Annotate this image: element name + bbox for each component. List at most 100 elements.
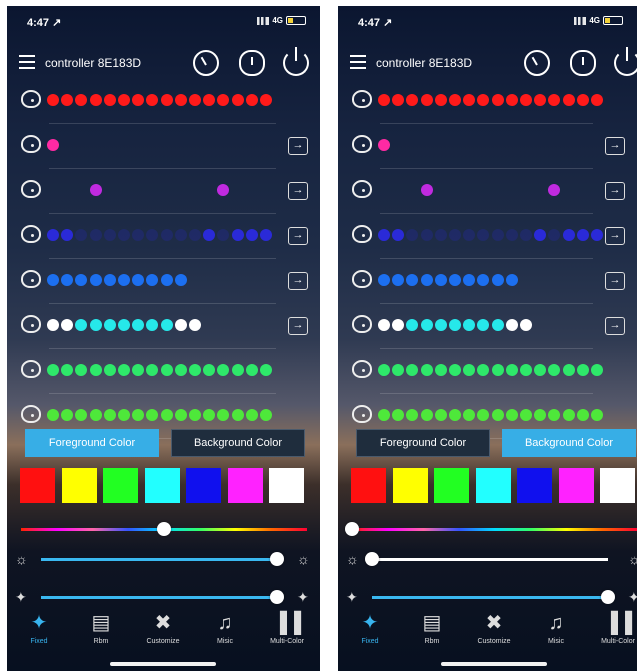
alarm-clock-icon[interactable] — [239, 50, 265, 76]
color-swatch[interactable] — [103, 468, 138, 503]
enter-arrow-icon[interactable]: → — [288, 227, 308, 245]
hue-slider-knob[interactable] — [345, 522, 359, 536]
power-icon[interactable] — [614, 47, 637, 76]
mode-row[interactable]: → — [338, 125, 637, 169]
mode-row[interactable]: → — [7, 215, 320, 259]
led-dot — [449, 409, 461, 421]
led-dot — [477, 229, 490, 241]
mode-row[interactable]: → — [7, 170, 320, 214]
speed-fast-icon: ✦ — [628, 589, 637, 605]
background-color-button[interactable]: Background Color — [502, 429, 636, 457]
alarm-clock-icon[interactable] — [570, 50, 596, 76]
menu-icon[interactable] — [19, 55, 35, 69]
color-swatch[interactable] — [269, 468, 304, 503]
mode-row[interactable]: → — [7, 260, 320, 304]
mode-row[interactable]: → — [338, 170, 637, 214]
mode-row[interactable]: → — [338, 305, 637, 349]
tab-fixed[interactable]: ✦ Fixed — [340, 611, 400, 645]
enter-arrow-icon[interactable]: → — [288, 182, 308, 200]
mode-row[interactable] — [7, 80, 320, 124]
hue-slider[interactable] — [345, 522, 637, 536]
led-dot — [61, 274, 74, 286]
led-dot — [505, 409, 518, 421]
color-swatch[interactable] — [61, 468, 97, 503]
enter-arrow-icon[interactable]: → — [605, 137, 625, 155]
hue-slider[interactable] — [21, 522, 307, 536]
bottom-tab-bar: ✦ Fixed ▤ Rbm ✖ Customize ♫ Misic ▐▐ Multi-Color — [338, 611, 637, 657]
led-dot — [174, 274, 187, 286]
speed-slider-knob[interactable] — [601, 590, 615, 604]
enter-arrow-icon[interactable]: → — [288, 272, 308, 290]
color-swatch[interactable] — [144, 468, 180, 503]
color-swatch[interactable] — [392, 468, 428, 503]
enter-arrow-icon[interactable]: → — [288, 317, 308, 335]
color-swatch[interactable] — [558, 468, 594, 503]
enter-arrow-icon[interactable]: → — [288, 137, 308, 155]
enter-arrow-icon[interactable]: → — [605, 317, 625, 335]
tab-misic[interactable]: ♫ Misic — [526, 611, 586, 645]
status-bar: 4:47 ↗ 4G — [338, 14, 637, 32]
enter-arrow-icon[interactable]: → — [605, 272, 625, 290]
tab-rbm[interactable]: ▤ Rbm — [71, 611, 131, 645]
mode-row[interactable] — [338, 350, 637, 394]
color-swatch[interactable] — [475, 468, 511, 503]
led-dot — [449, 274, 461, 286]
speed-slider-knob[interactable] — [270, 590, 284, 604]
enter-arrow-icon[interactable]: → — [605, 182, 625, 200]
tab-multi-color[interactable]: ▐▐ Multi-Color — [257, 611, 317, 645]
led-dot — [174, 319, 187, 331]
brightness-slider[interactable] — [41, 552, 284, 566]
timer-icon[interactable] — [524, 50, 550, 76]
led-dot — [231, 364, 244, 376]
led-dot — [434, 94, 447, 106]
brightness-slider[interactable] — [365, 552, 608, 566]
brightness-low-icon: ☼ — [15, 551, 28, 567]
tab-customize[interactable]: ✖ Customize — [133, 611, 193, 645]
menu-icon[interactable] — [350, 55, 366, 69]
row-divider — [49, 213, 276, 214]
tab-multi-color[interactable]: ▐▐ Multi-Color — [588, 611, 637, 645]
color-swatch[interactable] — [434, 468, 469, 503]
foreground-color-button[interactable]: Foreground Color — [25, 429, 159, 457]
tools-icon: ✖ — [485, 612, 503, 634]
led-dot — [75, 319, 88, 331]
power-icon[interactable] — [283, 47, 309, 76]
foreground-color-button[interactable]: Foreground Color — [356, 429, 490, 457]
mode-row[interactable]: → — [338, 215, 637, 259]
tab-customize[interactable]: ✖ Customize — [464, 611, 524, 645]
mode-row[interactable] — [7, 350, 320, 394]
led-dot — [217, 94, 230, 106]
mode-row[interactable]: → — [7, 305, 320, 349]
speed-slider[interactable] — [41, 590, 284, 604]
brightness-slider-knob[interactable] — [365, 552, 379, 566]
enter-arrow-icon[interactable]: → — [605, 227, 625, 245]
mode-row[interactable]: → — [7, 125, 320, 169]
led-dot — [520, 364, 532, 376]
led-dot — [505, 229, 518, 241]
mode-row[interactable]: → — [338, 260, 637, 304]
color-swatch[interactable] — [20, 468, 55, 503]
led-dot — [520, 229, 532, 241]
speed-slider[interactable] — [372, 590, 615, 604]
fixed-icon: ✦ — [361, 612, 379, 634]
color-swatch[interactable] — [186, 468, 221, 503]
timer-icon[interactable] — [193, 50, 219, 76]
led-dot — [203, 94, 216, 106]
hue-slider-knob[interactable] — [157, 522, 171, 536]
background-color-button[interactable]: Background Color — [171, 429, 305, 457]
color-swatch[interactable] — [517, 468, 552, 503]
tab-rbm[interactable]: ▤ Rbm — [402, 611, 462, 645]
tab-misic[interactable]: ♫ Misic — [195, 611, 255, 645]
led-dot — [245, 364, 258, 376]
brightness-slider-knob[interactable] — [270, 552, 284, 566]
tab-fixed[interactable]: ✦ Fixed — [9, 611, 69, 645]
color-swatch[interactable] — [600, 468, 635, 503]
mode-row[interactable] — [338, 80, 637, 124]
led-dot — [378, 274, 390, 286]
led-dot — [520, 94, 532, 106]
led-dot — [160, 94, 173, 106]
color-swatch[interactable] — [351, 468, 386, 503]
color-swatch[interactable] — [227, 468, 263, 503]
led-dot — [491, 94, 504, 106]
led-dot — [591, 94, 603, 106]
